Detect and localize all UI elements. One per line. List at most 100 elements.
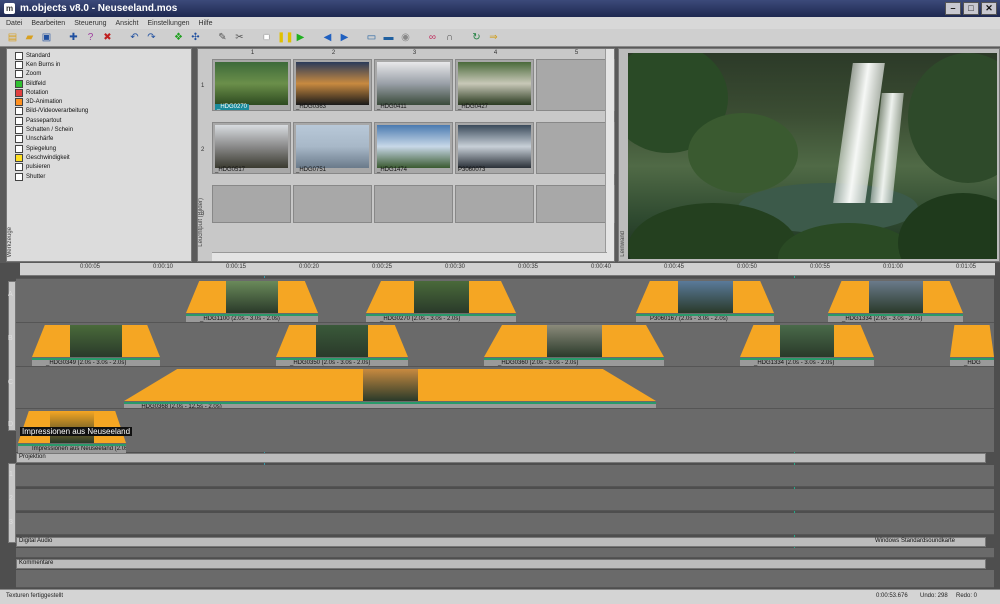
- effect-item[interactable]: 3D-Animation: [15, 97, 88, 107]
- lightbox-vertical-scrollbar[interactable]: [605, 49, 614, 261]
- menu-steuerung[interactable]: Steuerung: [74, 20, 106, 27]
- comment-row[interactable]: [16, 548, 994, 558]
- clip-label: Impressionen aus Neuseeland (2.0s): [18, 444, 126, 453]
- menu-ansicht[interactable]: Ansicht: [116, 20, 139, 27]
- title-track-d[interactable]: D Impressionen aus Neuseeland (2.0s): [8, 408, 994, 453]
- effect-label: Standard: [26, 52, 51, 59]
- timeline-clip[interactable]: _HDG1100 (2.0s - 3.0s - 2.0s): [186, 279, 318, 323]
- effect-item[interactable]: Shutter: [15, 172, 88, 181]
- effect-item[interactable]: pulsieren: [15, 163, 88, 172]
- magnet-icon[interactable]: ∩: [443, 31, 456, 44]
- thumbnail[interactable]: _HDG0751: [293, 122, 372, 174]
- empty-slot[interactable]: [536, 122, 615, 174]
- menu-hilfe[interactable]: Hilfe: [199, 20, 213, 27]
- effect-label: 3D-Animation: [26, 99, 63, 106]
- audio-row[interactable]: 3: [9, 513, 994, 535]
- empty-slot[interactable]: [536, 59, 615, 111]
- timeline-clip[interactable]: _HDG: [950, 323, 994, 367]
- effect-item[interactable]: Passepartout: [15, 116, 88, 125]
- empty-slot[interactable]: [293, 185, 372, 223]
- comment-track[interactable]: [16, 570, 994, 588]
- effect-item[interactable]: Unschärfe: [15, 135, 88, 144]
- link-icon[interactable]: ∞: [426, 31, 439, 44]
- lightbox-horizontal-scrollbar[interactable]: [212, 252, 607, 261]
- effect-item[interactable]: Standard: [15, 51, 88, 60]
- menu-datei[interactable]: Datei: [6, 20, 22, 27]
- save-icon[interactable]: ▣: [40, 31, 53, 44]
- audio-row-number: 2: [9, 495, 13, 502]
- status-message: Texturen fertiggestellt: [6, 593, 64, 599]
- waterfall-preview-image[interactable]: [628, 53, 997, 259]
- effect-item[interactable]: Schatten / Schein: [15, 125, 88, 135]
- open-folder-icon[interactable]: ▰: [23, 31, 36, 44]
- thumbnail[interactable]: _HDG0517: [212, 122, 291, 174]
- time-ruler[interactable]: 0:00:05 0:00:10 0:00:15 0:00:20 0:00:25 0:00:…: [20, 263, 995, 276]
- lightbox-panel: 1 2 3 4 5 1 2 3 Leuchtpult (Bilder) _HDG…: [197, 48, 615, 262]
- effect-item[interactable]: Ken Burns in: [15, 60, 88, 69]
- empty-slot[interactable]: [212, 185, 291, 223]
- empty-slot[interactable]: [374, 185, 453, 223]
- effect-label: Spiegelung: [26, 145, 57, 152]
- timeline-clip[interactable]: _HDG0350 (2.0s - 3.0s - 2.0s): [276, 323, 408, 367]
- timeline-clip[interactable]: _HDG0270 (2.0s - 3.0s - 2.0s): [366, 279, 516, 323]
- effect-item[interactable]: Bildfeld: [15, 79, 88, 88]
- refresh-icon[interactable]: ↻: [470, 31, 483, 44]
- thumbnail[interactable]: _HDG0427: [455, 59, 534, 111]
- digital-audio-label: Digital Audio: [19, 538, 53, 544]
- tools-icon[interactable]: ✎: [216, 31, 229, 44]
- new-file-icon[interactable]: ▤: [6, 31, 19, 44]
- thumbnail[interactable]: _HDG1474: [374, 122, 453, 174]
- thumbnail-caption: _HDG0411: [377, 104, 407, 110]
- minimize-button[interactable]: –: [945, 2, 961, 15]
- thumbnail-caption: _HDG0517: [215, 167, 246, 173]
- stop-icon[interactable]: ■: [260, 31, 273, 44]
- screen-icon[interactable]: ▭: [365, 31, 378, 44]
- add-icon[interactable]: ✚: [67, 31, 80, 44]
- timeline-clip[interactable]: _HDG0368 (2.0s - 12.5s - 2.0s): [124, 367, 656, 411]
- empty-slot[interactable]: [455, 185, 534, 223]
- audio-row[interactable]: 2: [9, 489, 994, 511]
- timeline-clip[interactable]: _HDG1334 (2.0s - 3.0s - 2.0s): [740, 323, 874, 367]
- export-icon[interactable]: ⇒: [487, 31, 500, 44]
- maximize-button[interactable]: □: [963, 2, 979, 15]
- image-track-b[interactable]: B _HDG0349 (2.0s - 3.0s - 2.0s) _HDG0350 (…: [8, 322, 994, 368]
- image-track-c[interactable]: C _HDG0368 (2.0s - 12.5s - 2.0s): [8, 366, 994, 411]
- thumbnail[interactable]: _HDG0363: [293, 59, 372, 111]
- effect-item[interactable]: Bild-/Videoverarbeitung: [15, 107, 88, 116]
- undo-icon[interactable]: ↶: [128, 31, 141, 44]
- pause-icon[interactable]: ❚❚: [277, 31, 294, 44]
- thumbnail[interactable]: P3060073: [455, 122, 534, 174]
- timeline-clip[interactable]: P3060167 (2.0s - 3.0s - 2.0s): [636, 279, 774, 323]
- disc-icon[interactable]: ◉: [399, 31, 412, 44]
- help-icon[interactable]: ?: [84, 31, 97, 44]
- delete-icon[interactable]: ✖: [101, 31, 114, 44]
- back-icon[interactable]: ◀: [321, 31, 334, 44]
- network-icon[interactable]: ✣: [189, 31, 202, 44]
- redo-icon[interactable]: ↷: [145, 31, 158, 44]
- empty-slot[interactable]: [536, 185, 615, 223]
- thumbnail[interactable]: _HDG0411: [374, 59, 453, 111]
- window-title: m.objects v8.0 - Neuseeland.mos: [20, 3, 178, 14]
- title-clip-text: Impressionen aus Neuseeland: [20, 427, 133, 436]
- play-icon[interactable]: ▶: [294, 31, 307, 44]
- wrench-icon[interactable]: ✂: [233, 31, 246, 44]
- comments-bar: Kommentare: [16, 559, 986, 569]
- menu-bearbeiten[interactable]: Bearbeiten: [31, 20, 65, 27]
- timeline-clip[interactable]: _HDG0360 (2.0s - 3.0s - 2.0s): [484, 323, 664, 367]
- menu-einstellungen[interactable]: Einstellungen: [147, 20, 189, 27]
- effect-item[interactable]: Geschwindigkeit: [15, 153, 88, 162]
- effect-item[interactable]: Spiegelung: [15, 144, 88, 153]
- forward-icon[interactable]: ▶: [338, 31, 351, 44]
- effect-label: Unschärfe: [26, 136, 54, 143]
- effect-item[interactable]: Zoom: [15, 70, 88, 79]
- effect-item[interactable]: Rotation: [15, 88, 88, 97]
- thumbnail-image: [215, 62, 288, 105]
- close-button[interactable]: ✕: [981, 2, 997, 15]
- timeline-clip[interactable]: _HDG0349 (2.0s - 3.0s - 2.0s): [32, 323, 160, 367]
- thumbnail[interactable]: _HDG0270: [212, 59, 291, 111]
- timeline-clip[interactable]: _HDG1334 (2.0s - 3.0s - 2.0s): [828, 279, 963, 323]
- share-icon[interactable]: ❖: [172, 31, 185, 44]
- audio-row[interactable]: 1: [9, 465, 994, 487]
- image-track-a[interactable]: A _HDG1100 (2.0s - 3.0s - 2.0s) _HDG0270 (…: [8, 278, 994, 324]
- monitor-icon[interactable]: ▬: [382, 31, 395, 44]
